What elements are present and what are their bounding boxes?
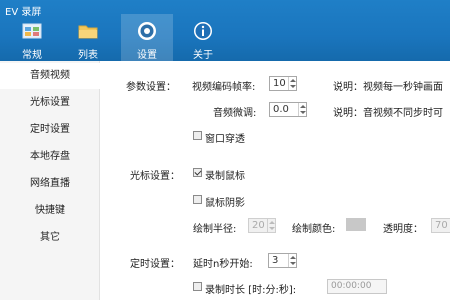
sidebar-item-local-save[interactable]: 本地存盘 [0,144,100,170]
sidebar-item-timer[interactable]: 定时设置 [0,117,100,143]
audio-adjust-stepper-arrows-icon[interactable] [298,103,306,116]
toolbar-home-label: 常规 [22,50,42,61]
toolbar-about-label: 关于 [193,50,213,61]
sidebar: 音频视频 光标设置 定时设置 本地存盘 网络直播 快捷键 其它 [0,61,100,300]
cursor-shadow-label: 鼠标阴影 [205,198,245,209]
draw-color-label: 绘制颜色: [292,224,336,235]
duration-input[interactable]: 00:00:00 [327,279,387,294]
settings-panel: 参数设置： 视频编码帧率: 10 说明：视频每一秒钟画面 音频微调: 0.0 说… [101,61,450,300]
timer-section-title: 定时设置： [130,259,180,270]
audio-adjust-note: 说明：音视频不同步时可 [333,108,443,119]
framerate-value: 10 [273,78,286,89]
toolbar: 常规 列表 设置 关于 [0,14,450,61]
app-window: EV 录屏 常规 列表 设置 关于 音频视频 光标设置 定时设置 本地存盘 网络… [0,0,450,300]
audio-adjust-value: 0.0 [273,104,289,115]
cursor-shadow-checkbox[interactable] [193,195,202,204]
delay-label: 延时n秒开始: [193,259,253,270]
sidebar-item-hotkeys[interactable]: 快捷键 [0,198,100,224]
audio-adjust-stepper[interactable]: 0.0 [269,102,307,117]
toolbar-list-button[interactable]: 列表 [62,14,114,61]
window-through-label: 窗口穿透 [205,134,245,145]
sidebar-item-live-stream[interactable]: 网络直播 [0,171,100,197]
gear-icon [138,22,156,40]
toolbar-about-button[interactable]: 关于 [177,14,229,61]
framerate-stepper[interactable]: 10 [269,76,297,91]
opacity-stepper[interactable]: 70 [431,218,450,233]
draw-color-swatch[interactable] [346,218,366,231]
toolbar-settings-label: 设置 [137,50,157,61]
delay-stepper[interactable]: 3 [268,253,297,268]
top-bar: EV 录屏 常规 列表 设置 关于 [0,0,450,61]
sidebar-item-cursor[interactable]: 光标设置 [0,90,100,116]
toolbar-settings-button[interactable]: 设置 [121,14,173,61]
folder-icon [78,25,98,39]
toolbar-home-button[interactable]: 常规 [6,14,58,61]
duration-value: 00:00:00 [331,281,372,291]
sidebar-item-audio-video[interactable]: 音频视频 [0,63,100,89]
radius-stepper[interactable]: 20 [248,218,276,233]
record-cursor-label: 录制鼠标 [205,171,245,182]
cursor-section-title: 光标设置： [130,171,180,182]
opacity-value: 70 [435,220,448,231]
opacity-label: 透明度： [383,224,423,235]
grid-icon [22,23,42,39]
framerate-stepper-arrows-icon[interactable] [288,77,296,90]
window-through-checkbox[interactable] [193,131,202,140]
toolbar-list-label: 列表 [78,50,98,61]
record-cursor-checkbox[interactable] [193,168,202,177]
duration-checkbox[interactable] [193,282,202,291]
radius-label: 绘制半径: [193,224,237,235]
delay-value: 3 [272,255,279,266]
delay-stepper-arrows-icon[interactable] [288,254,296,267]
radius-value: 20 [252,220,265,231]
info-icon [194,22,212,40]
radius-stepper-arrows-icon[interactable] [267,219,275,232]
params-section-title: 参数设置： [126,82,176,93]
duration-stepper-arrows-icon[interactable] [378,280,386,293]
duration-label: 录制时长 [时:分:秒]: [205,285,297,296]
framerate-note: 说明：视频每一秒钟画面 [333,82,443,93]
audio-adjust-label: 音频微调: [213,108,257,119]
sidebar-item-other[interactable]: 其它 [0,225,100,251]
framerate-label: 视频编码帧率: [192,82,256,93]
